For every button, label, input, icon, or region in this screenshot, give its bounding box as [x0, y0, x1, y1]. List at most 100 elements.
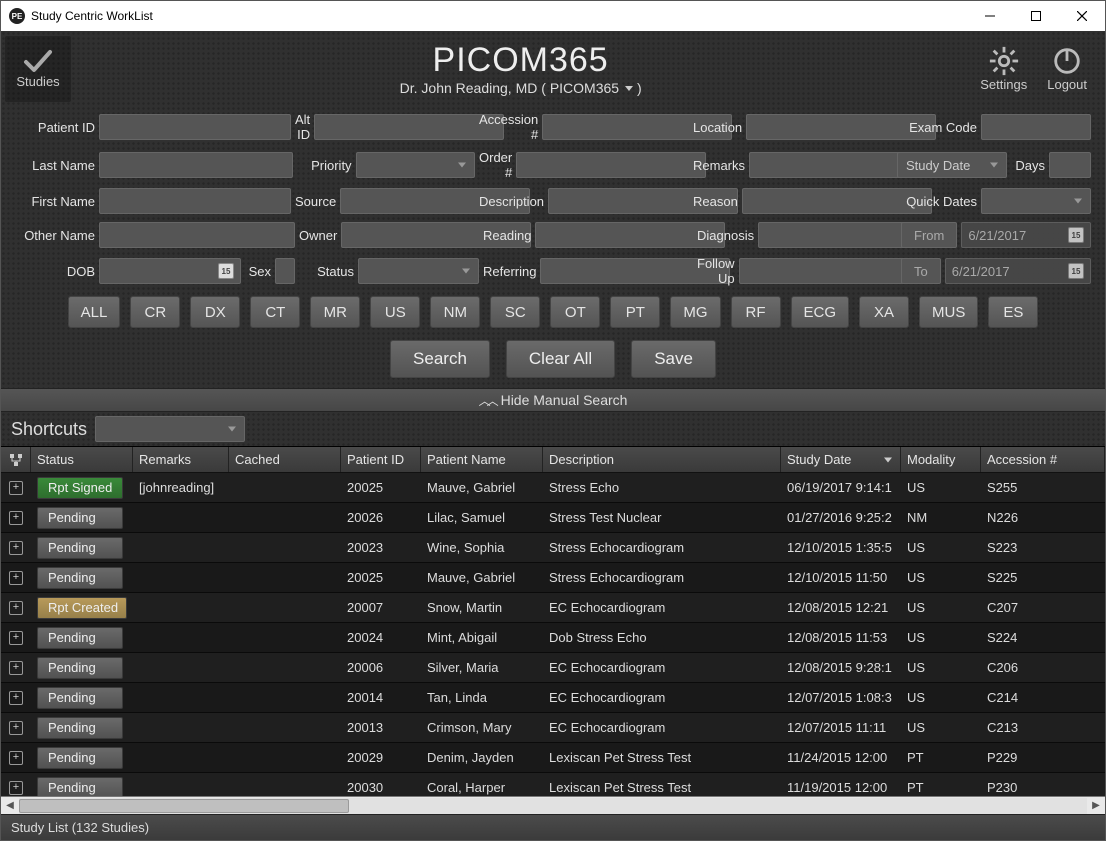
horizontal-scrollbar[interactable]: ◀ ▶ [1, 796, 1105, 814]
modality-mr-button[interactable]: MR [310, 296, 360, 328]
expand-icon[interactable]: + [9, 481, 23, 495]
status-pill[interactable]: Pending [37, 747, 123, 769]
label-sex: Sex [245, 264, 271, 279]
study-date-select[interactable]: Study Date [897, 152, 1007, 178]
logout-button[interactable]: Logout [1047, 45, 1087, 92]
column-description[interactable]: Description [543, 447, 781, 472]
table-row[interactable]: +Pending20024Mint, AbigailDob Stress Ech… [1, 623, 1105, 653]
status-pill[interactable]: Pending [37, 717, 123, 739]
modality-nm-button[interactable]: NM [430, 296, 480, 328]
status-pill[interactable]: Pending [37, 567, 123, 589]
modality-pt-button[interactable]: PT [610, 296, 660, 328]
last-name-input[interactable] [99, 152, 293, 178]
column-patient-id[interactable]: Patient ID [341, 447, 421, 472]
scroll-left-icon[interactable]: ◀ [1, 797, 19, 815]
status-pill[interactable]: Rpt Created [37, 597, 127, 619]
maximize-button[interactable] [1013, 1, 1059, 31]
status-pill[interactable]: Pending [37, 507, 123, 529]
cell-study-date: 12/10/2015 11:50 [781, 570, 901, 585]
from-button[interactable]: From [901, 222, 957, 248]
status-select[interactable] [358, 258, 479, 284]
order-input[interactable] [516, 152, 706, 178]
modality-sc-button[interactable]: SC [490, 296, 540, 328]
status-pill[interactable]: Pending [37, 777, 123, 797]
table-row[interactable]: +Pending20029Denim, JaydenLexiscan Pet S… [1, 743, 1105, 773]
sex-input[interactable] [275, 258, 295, 284]
hide-manual-search-toggle[interactable]: ︿︿ Hide Manual Search [1, 388, 1105, 412]
priority-select[interactable] [356, 152, 475, 178]
table-row[interactable]: +Rpt Created20007Snow, MartinEC Echocard… [1, 593, 1105, 623]
to-date-input[interactable]: 6/21/201715 [945, 258, 1091, 284]
from-date-input[interactable]: 6/21/201715 [961, 222, 1091, 248]
modality-mg-button[interactable]: MG [670, 296, 720, 328]
table-row[interactable]: +Pending20023Wine, SophiaStress Echocard… [1, 533, 1105, 563]
save-button[interactable]: Save [631, 340, 716, 378]
status-pill[interactable]: Pending [37, 687, 123, 709]
table-row[interactable]: +Pending20025Mauve, GabrielStress Echoca… [1, 563, 1105, 593]
scroll-thumb[interactable] [19, 799, 349, 813]
table-row[interactable]: +Pending20013Crimson, MaryEC Echocardiog… [1, 713, 1105, 743]
column-cached[interactable]: Cached [229, 447, 341, 472]
alt-id-input[interactable] [314, 114, 504, 140]
table-row[interactable]: +Pending20014Tan, LindaEC Echocardiogram… [1, 683, 1105, 713]
status-pill[interactable]: Pending [37, 657, 123, 679]
expand-icon[interactable]: + [9, 721, 23, 735]
modality-xa-button[interactable]: XA [859, 296, 909, 328]
table-row[interactable]: +Rpt Signed[johnreading]20025Mauve, Gabr… [1, 473, 1105, 503]
days-input[interactable] [1049, 152, 1091, 178]
cell-modality: US [901, 630, 981, 645]
column-expand[interactable] [1, 447, 31, 472]
to-button[interactable]: To [901, 258, 941, 284]
expand-icon[interactable]: + [9, 691, 23, 705]
expand-icon[interactable]: + [9, 571, 23, 585]
modality-ot-button[interactable]: OT [550, 296, 600, 328]
clear-all-button[interactable]: Clear All [506, 340, 615, 378]
first-name-input[interactable] [99, 188, 291, 214]
expand-icon[interactable]: + [9, 511, 23, 525]
column-patient-name[interactable]: Patient Name [421, 447, 543, 472]
search-button[interactable]: Search [390, 340, 490, 378]
close-button[interactable] [1059, 1, 1105, 31]
modality-cr-button[interactable]: CR [130, 296, 180, 328]
expand-icon[interactable]: + [9, 661, 23, 675]
modality-dx-button[interactable]: DX [190, 296, 240, 328]
quick-dates-select[interactable] [981, 188, 1091, 214]
table-row[interactable]: +Pending20030Coral, HarperLexiscan Pet S… [1, 773, 1105, 796]
status-pill[interactable]: Pending [37, 537, 123, 559]
status-pill[interactable]: Rpt Signed [37, 477, 123, 499]
other-name-input[interactable] [99, 222, 295, 248]
shortcuts-select[interactable] [95, 416, 245, 442]
expand-icon[interactable]: + [9, 601, 23, 615]
status-pill[interactable]: Pending [37, 627, 123, 649]
dob-input[interactable]: 15 [99, 258, 241, 284]
modality-mus-button[interactable]: MUS [919, 296, 978, 328]
studies-button[interactable]: Studies [5, 36, 71, 102]
scroll-right-icon[interactable]: ▶ [1087, 797, 1105, 815]
column-study-date[interactable]: Study Date [781, 447, 901, 472]
context-dropdown[interactable]: PICOM365 [550, 80, 633, 96]
minimize-button[interactable] [967, 1, 1013, 31]
modality-all-button[interactable]: ALL [68, 296, 121, 328]
modality-row: ALL CR DX CT MR US NM SC OT PT MG RF ECG XA MUS ES [15, 296, 1091, 328]
modality-rf-button[interactable]: RF [731, 296, 781, 328]
modality-ct-button[interactable]: CT [250, 296, 300, 328]
modality-ecg-button[interactable]: ECG [791, 296, 850, 328]
column-status[interactable]: Status [31, 447, 133, 472]
scroll-track[interactable] [19, 798, 1087, 814]
table-body[interactable]: +Rpt Signed[johnreading]20025Mauve, Gabr… [1, 473, 1105, 796]
modality-us-button[interactable]: US [370, 296, 420, 328]
table-row[interactable]: +Pending20026Lilac, SamuelStress Test Nu… [1, 503, 1105, 533]
modality-es-button[interactable]: ES [988, 296, 1038, 328]
settings-button[interactable]: Settings [980, 45, 1027, 92]
table-row[interactable]: +Pending20006Silver, MariaEC Echocardiog… [1, 653, 1105, 683]
expand-icon[interactable]: + [9, 541, 23, 555]
cell-accession: S255 [981, 480, 1105, 495]
column-accession[interactable]: Accession # [981, 447, 1105, 472]
expand-icon[interactable]: + [9, 631, 23, 645]
expand-icon[interactable]: + [9, 781, 23, 795]
column-remarks[interactable]: Remarks [133, 447, 229, 472]
expand-icon[interactable]: + [9, 751, 23, 765]
column-modality[interactable]: Modality [901, 447, 981, 472]
exam-code-input[interactable] [981, 114, 1091, 140]
patient-id-input[interactable] [99, 114, 291, 140]
